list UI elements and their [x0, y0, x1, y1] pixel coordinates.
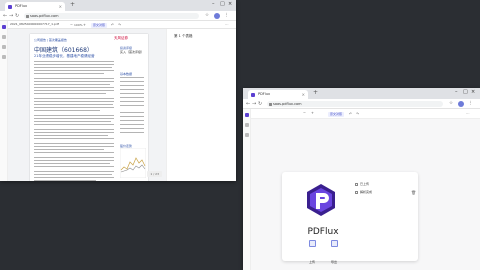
reload-icon-2[interactable]: ↻	[258, 101, 262, 107]
export-icon	[330, 240, 338, 247]
tab-label-2: PDFlux	[258, 92, 271, 96]
list-item[interactable]: 解析完成	[355, 190, 372, 194]
list-item-label: 已上传	[360, 182, 370, 186]
maximize-icon[interactable]: □	[220, 1, 225, 7]
checkbox[interactable]	[355, 190, 358, 194]
url-field[interactable]: saas.pdflux.com	[24, 13, 199, 19]
avatar[interactable]	[214, 13, 220, 19]
zoom-in-icon[interactable]: +	[83, 23, 86, 27]
upload-button[interactable]: 上传	[303, 240, 321, 267]
lock-icon-2	[269, 102, 272, 106]
pdflux-favicon	[8, 4, 12, 9]
url-field-2[interactable]: saas.pdflux.com	[267, 101, 443, 107]
zoom-in-icon-2[interactable]: +	[311, 111, 314, 115]
pdf-page: 公司报告 | 首次覆盖报告 天风证券 中国建筑（601668） 21年业绩稳步增…	[30, 34, 148, 181]
avatar-2[interactable]	[458, 101, 464, 107]
minimize-icon-2[interactable]: –	[455, 89, 458, 95]
left-sidebar	[0, 21, 8, 181]
list-item-label: 解析完成	[360, 190, 373, 194]
menu-icon-2[interactable]: ⋮	[468, 101, 473, 106]
new-tab-button-2[interactable]: +	[313, 89, 318, 96]
redo-icon-2[interactable]: ↷	[356, 112, 359, 116]
tab-strip: PDFlux × + – □ ×	[0, 0, 236, 11]
menu-icon[interactable]: ⋮	[224, 13, 229, 18]
tab-pdflux-2[interactable]: PDFlux ×	[248, 90, 308, 99]
close-window-icon-2[interactable]: ×	[471, 89, 475, 95]
table-panel-title: 第 1 个表格	[174, 34, 193, 38]
browser-window-left: PDFlux × + – □ × ← → ↻ saas.pdflux.com ☆…	[0, 0, 236, 181]
right-panel: 第 1 个表格	[166, 29, 236, 181]
company-title: 中国建筑（601668）	[34, 47, 93, 54]
settings-icon[interactable]	[2, 55, 6, 59]
upload-icon	[308, 240, 316, 247]
page-indicator: 1 / 23	[147, 171, 162, 177]
trash-icon[interactable]: 🗑	[411, 190, 416, 195]
table-icon[interactable]	[2, 45, 6, 49]
tab-pdflux[interactable]: PDFlux ×	[5, 2, 65, 11]
document-viewer[interactable]: 公司报告 | 首次覆盖报告 天风证券 中国建筑（601668） 21年业绩稳步增…	[8, 29, 166, 181]
list-item[interactable]: 已上传	[355, 182, 369, 186]
tab-strip-2: PDFlux × + – □ ×	[243, 88, 480, 99]
main-area-2: − + 原文对照 ↶ ↷ ⋯ PDFlux 上传 导出 已上传 解析完成 🗑	[251, 109, 480, 270]
pdflux-logo-icon-large	[307, 184, 335, 216]
zoom-out-icon[interactable]: −	[70, 23, 73, 27]
url-text-2: saas.pdflux.com	[273, 102, 302, 106]
brand-name: PDFlux	[307, 227, 339, 237]
export-button-label: 导出	[330, 260, 337, 264]
minimize-icon[interactable]: –	[212, 1, 215, 7]
pdflux-favicon-2	[251, 92, 255, 97]
star-icon[interactable]: ☆	[205, 13, 209, 18]
url-text: saas.pdflux.com	[30, 14, 59, 18]
file-icon[interactable]	[2, 35, 6, 39]
close-tab-icon[interactable]: ×	[59, 2, 62, 11]
report-subtitle: 21年业绩稳步增长，基建地产稳健经营	[34, 54, 95, 58]
pdflux-logo-icon	[2, 25, 6, 29]
table-icon-2[interactable]	[245, 133, 249, 137]
redo-icon[interactable]: ↷	[118, 23, 121, 27]
tab-label: PDFlux	[15, 4, 28, 8]
forward-icon-2[interactable]: →	[252, 101, 256, 107]
left-sidebar-2	[243, 109, 251, 270]
pdf-toolbar: 2021_0825400000007717_1.pdf − 100% + 原文对…	[8, 21, 236, 29]
reload-icon[interactable]: ↻	[15, 13, 19, 19]
browser-window-right: PDFlux × + – □ × ← → ↻ saas.pdflux.com ☆…	[243, 88, 480, 270]
back-icon-2[interactable]: ←	[246, 101, 250, 107]
more-icon-2[interactable]: ⋯	[466, 112, 470, 116]
upload-panel: PDFlux 上传 导出 已上传 解析完成 🗑	[282, 172, 418, 264]
pdf-toolbar-2: − + 原文对照 ↶ ↷ ⋯	[251, 109, 480, 119]
compare-mode-button-2[interactable]: 原文对照	[328, 111, 345, 117]
close-tab-icon-2[interactable]: ×	[302, 90, 305, 99]
address-bar-row-2: ← → ↻ saas.pdflux.com ☆ ⋮	[243, 99, 480, 109]
forward-icon[interactable]: →	[9, 13, 13, 19]
undo-icon[interactable]: ↶	[111, 23, 114, 27]
brand-text: 天风证券	[114, 36, 128, 40]
pdflux-logo-icon-2	[245, 113, 249, 117]
address-bar-row: ← → ↻ saas.pdflux.com ☆ ⋮	[0, 11, 236, 21]
star-icon-2[interactable]: ☆	[449, 101, 453, 106]
maximize-icon-2[interactable]: □	[463, 89, 468, 95]
export-button[interactable]: 导出	[325, 240, 343, 267]
zoom-value: 100%	[74, 22, 83, 27]
section-heading: 基本数据	[120, 72, 133, 76]
close-window-icon[interactable]: ×	[228, 1, 232, 7]
back-icon[interactable]: ←	[3, 13, 7, 19]
more-icon[interactable]: ⋯	[225, 23, 229, 27]
report-header: 公司报告 | 首次覆盖报告	[34, 38, 67, 42]
undo-icon-2[interactable]: ↶	[349, 112, 352, 116]
zoom-out-icon-2[interactable]: −	[303, 111, 306, 115]
file-icon-2[interactable]	[245, 123, 249, 127]
file-name: 2021_0825400000007717_1.pdf	[10, 22, 59, 26]
compare-mode-button[interactable]: 原文对照	[91, 22, 108, 28]
lock-icon	[26, 14, 29, 18]
stock-price-chart	[120, 148, 146, 178]
new-tab-button[interactable]: +	[70, 1, 75, 8]
checkbox[interactable]	[355, 182, 358, 186]
rating-text: 买入（首次评级）	[120, 50, 145, 54]
upload-button-label: 上传	[308, 260, 315, 264]
